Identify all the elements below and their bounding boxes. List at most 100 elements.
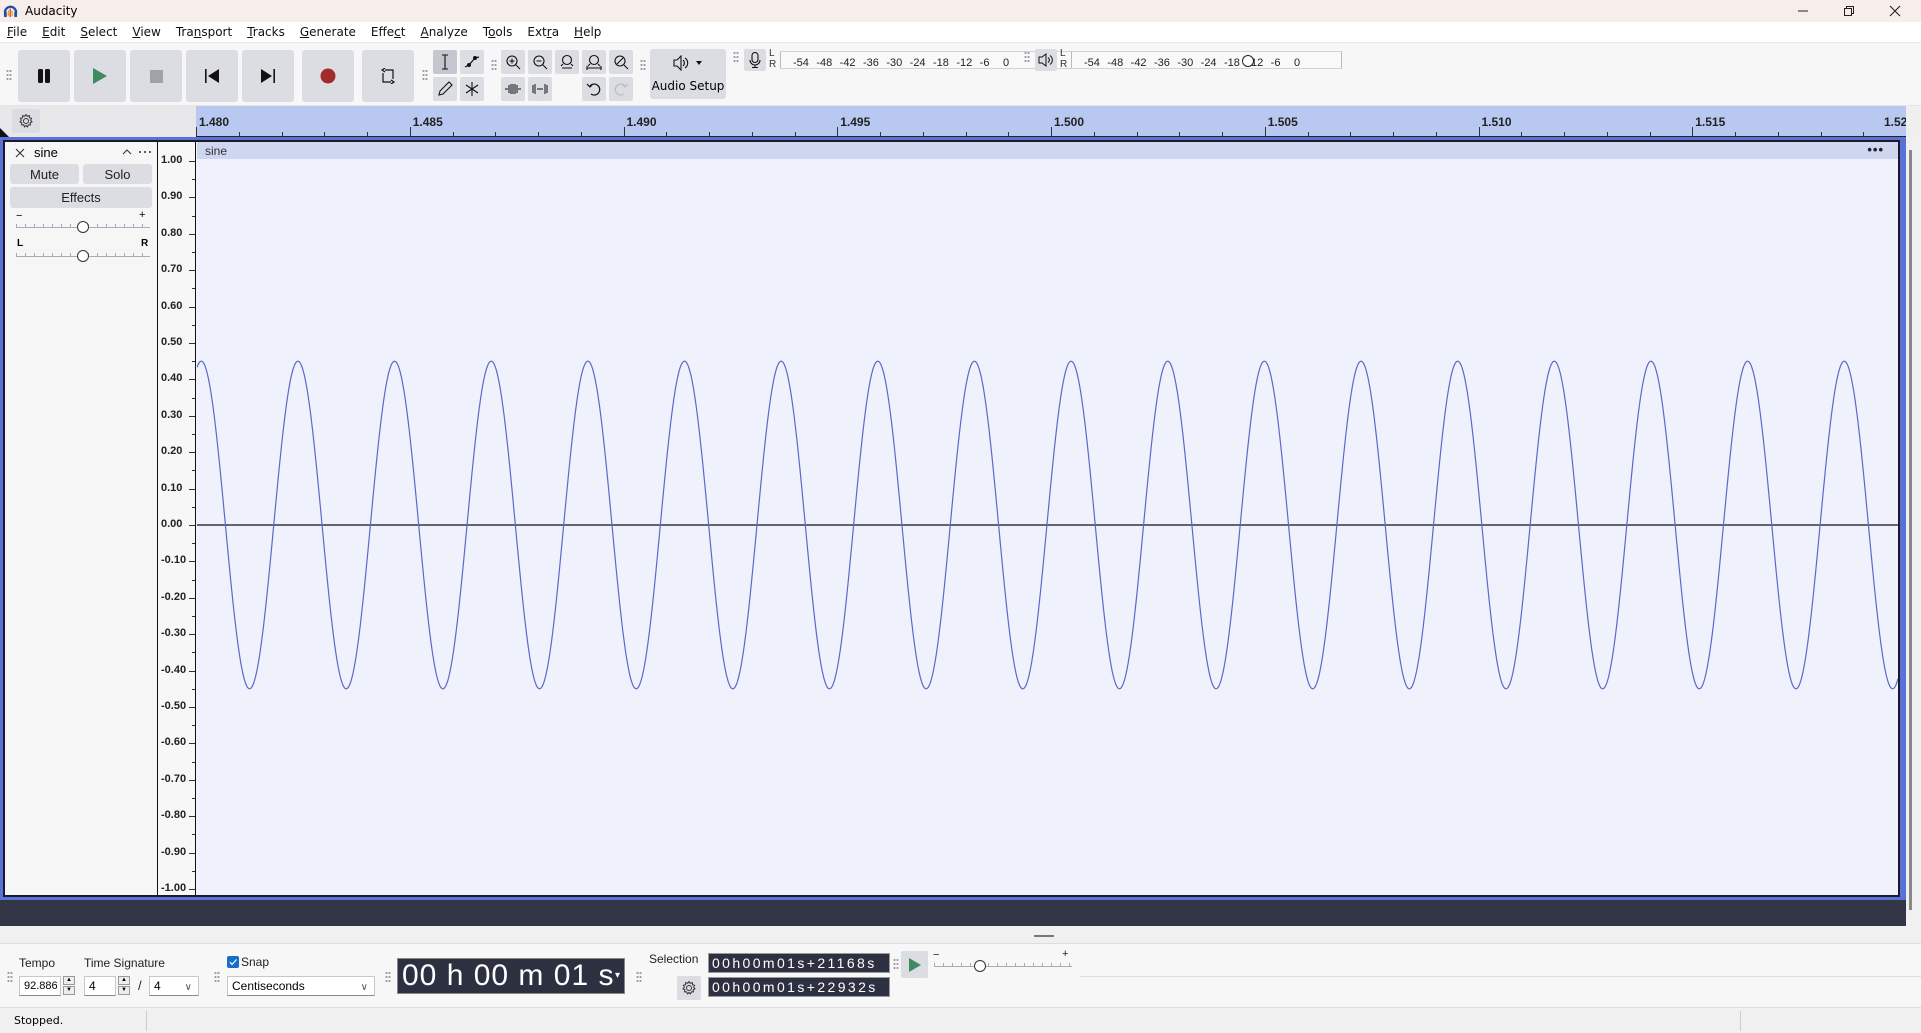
menu-view[interactable]: View <box>132 25 160 39</box>
meter-tick-label: -6 <box>1270 57 1281 69</box>
track-area: sine Mute Solo Effects − + L R 1.00 0.90 0… <box>0 137 1906 900</box>
clip-menu-icon[interactable]: ••• <box>1867 142 1884 157</box>
silence-audio-button[interactable] <box>528 77 552 101</box>
menu-help[interactable]: Help <box>574 25 601 39</box>
snap-toolbar-grip[interactable] <box>214 971 220 983</box>
edit-toolbar-grip[interactable] <box>491 59 497 71</box>
selection-start-field[interactable]: 00h00m01s+21168s <box>708 953 890 973</box>
tempo-spinner[interactable]: ▲ ▼ <box>63 976 75 996</box>
loop-button[interactable] <box>362 50 414 102</box>
record-meter-grip[interactable] <box>733 51 739 63</box>
selection-end-field[interactable]: 00h00m01s+22932s <box>708 977 890 997</box>
redo-button[interactable] <box>609 77 633 101</box>
undo-button[interactable] <box>582 77 606 101</box>
tempo-input[interactable]: 92.886 <box>19 976 61 996</box>
selection-tool-button[interactable] <box>433 50 457 74</box>
snap-unit-select[interactable]: Centiseconds ∨ <box>227 976 375 996</box>
menu-tracks[interactable]: Tracks <box>247 25 285 39</box>
track-name[interactable]: sine <box>34 145 58 160</box>
close-track-icon[interactable] <box>15 148 25 158</box>
selection-toolbar-grip[interactable] <box>636 971 642 983</box>
transport-toolbar-grip[interactable] <box>6 69 12 81</box>
envelope-tool-button[interactable] <box>460 50 484 74</box>
record-meter-button[interactable] <box>744 49 766 71</box>
vertical-scrollbar[interactable] <box>1909 150 1912 910</box>
selection-options-button[interactable] <box>677 976 701 1000</box>
ruler-tick <box>281 132 283 136</box>
play-at-speed-button[interactable] <box>901 951 928 978</box>
restore-button[interactable] <box>1827 0 1871 22</box>
skip-to-start-button[interactable] <box>186 50 238 102</box>
audio-clip[interactable]: sine ••• <box>197 142 1898 895</box>
audio-setup-toolbar-grip[interactable] <box>640 59 646 71</box>
time-display[interactable]: 00 h 00 m 01 s ▾ <box>397 958 625 994</box>
time-signature-lower-select[interactable]: 4 ∨ <box>149 976 199 996</box>
mute-button[interactable]: Mute <box>10 164 79 184</box>
ruler-label: 1.505 <box>1267 115 1298 129</box>
zoom-in-button[interactable] <box>501 50 525 74</box>
fit-project-button[interactable] <box>582 50 606 74</box>
playback-level-knob[interactable] <box>1242 55 1254 67</box>
gain-slider-knob[interactable] <box>77 221 89 233</box>
selection-start-value: 00h00m01s+21168s <box>712 955 877 971</box>
clip-name[interactable]: sine <box>205 144 227 158</box>
stop-button[interactable] <box>130 50 182 102</box>
zoom-out-button[interactable] <box>528 50 552 74</box>
amplitude-ruler[interactable]: 1.00 0.90 0.80 0.70 0.60 0.50 0.40 0.30 0.20 0.10… <box>158 142 196 895</box>
amplitude-tick <box>189 197 195 199</box>
menu-file[interactable]: File <box>7 25 27 39</box>
playback-meter-button[interactable] <box>1035 49 1057 71</box>
play-button[interactable] <box>74 50 126 102</box>
record-button[interactable] <box>302 50 354 102</box>
snap-checkbox[interactable] <box>227 956 239 968</box>
track-control-panel[interactable]: sine Mute Solo Effects − + L R <box>5 142 158 895</box>
amplitude-tick <box>189 597 195 599</box>
solo-button[interactable]: Solo <box>83 164 152 184</box>
menu-select[interactable]: Select <box>80 25 117 39</box>
audio-track[interactable]: sine Mute Solo Effects − + L R 1.00 0.90 0… <box>3 140 1900 897</box>
timeline-ruler[interactable]: 1.480 1.485 1.490 1.495 1.500 1.505 1.510 1.515… <box>196 106 1914 137</box>
menu-analyze[interactable]: Analyze <box>420 25 467 39</box>
draw-tool-button[interactable] <box>433 77 457 101</box>
trim-audio-button[interactable] <box>501 77 525 101</box>
menu-extra[interactable]: Extra <box>527 25 559 39</box>
speed-minus-label: − <box>933 949 940 961</box>
pause-button[interactable] <box>18 50 70 102</box>
fit-selection-button[interactable] <box>555 50 579 74</box>
amplitude-tick <box>192 288 195 290</box>
pan-slider-knob[interactable] <box>77 250 89 262</box>
track-menu-icon[interactable] <box>138 150 152 154</box>
menu-generate[interactable]: Generate <box>300 25 356 39</box>
menu-edit[interactable]: Edit <box>42 25 65 39</box>
minimize-button[interactable] <box>1781 0 1825 22</box>
timeline-options-button[interactable] <box>12 109 40 133</box>
ruler-tick <box>1863 132 1865 136</box>
amplitude-tick <box>192 361 195 363</box>
playback-meter-grip[interactable] <box>1024 51 1030 63</box>
menu-transport[interactable]: Transport <box>176 25 232 39</box>
panel-resize-handle[interactable] <box>1034 935 1054 937</box>
playback-meter[interactable]: LR -54 -48 -42 -36 -30 -24 -18 -12 -6 0 <box>1035 48 1342 71</box>
collapse-track-icon[interactable] <box>122 148 132 156</box>
effects-button[interactable]: Effects <box>10 187 152 208</box>
audio-setup-button[interactable]: Audio Setup <box>650 49 726 99</box>
menu-effect[interactable]: Effect <box>371 25 406 39</box>
ruler-tick <box>409 127 411 136</box>
time-signature-upper-spinner[interactable]: ▲ ▼ <box>118 976 130 996</box>
chevron-down-icon: ∨ <box>360 982 368 993</box>
time-signature-toolbar-grip[interactable] <box>7 971 13 983</box>
time-format-dropdown-icon[interactable]: ▾ <box>615 959 621 993</box>
play-at-speed-toolbar-grip[interactable] <box>893 958 899 970</box>
time-signature-upper-input[interactable]: 4 <box>84 976 116 996</box>
multi-tool-button[interactable] <box>460 77 484 101</box>
time-toolbar-grip[interactable] <box>385 971 391 983</box>
speed-slider-knob[interactable] <box>973 960 986 972</box>
clip-header[interactable]: sine ••• <box>197 142 1898 159</box>
menu-tools[interactable]: Tools <box>483 25 513 39</box>
ruler-tick <box>751 132 753 136</box>
tools-toolbar-grip[interactable] <box>422 69 428 81</box>
speed-slider[interactable] <box>934 966 1072 967</box>
zoom-toggle-button[interactable] <box>609 50 633 74</box>
skip-to-end-button[interactable] <box>242 50 294 102</box>
close-window-button[interactable] <box>1873 0 1917 22</box>
